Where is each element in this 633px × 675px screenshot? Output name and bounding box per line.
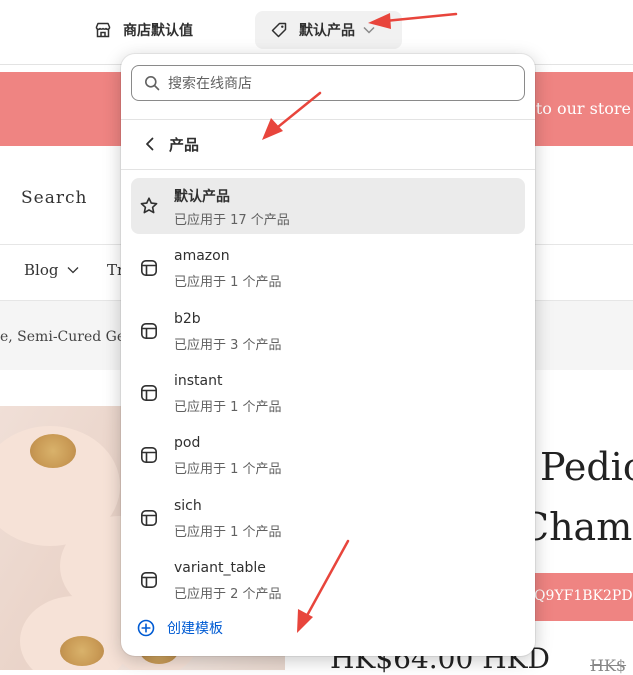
template-item-count: 已应用于 17 个产品 [174,213,290,228]
product-code: Q9YF1BK2PD [534,588,633,604]
chevron-left-icon [146,137,154,151]
template-dropdown: 搜索在线商店 产品 默认产品 已应用于 17 个产品 amazon 已应用于 1… [121,54,535,656]
template-item-count: 已应用于 1 个产品 [174,275,282,290]
back-button[interactable]: 产品 [131,126,525,162]
store-defaults-button[interactable]: 商店默认值 [85,11,201,49]
template-item-sich[interactable]: sich 已应用于 1 个产品 [131,490,525,546]
template-item-count: 已应用于 1 个产品 [174,400,282,415]
product-title-line2: Champ [520,505,633,549]
search-placeholder: 搜索在线商店 [168,76,252,92]
create-template-button[interactable]: 创建模板 [137,618,223,638]
template-item-amazon[interactable]: amazon 已应用于 1 个产品 [131,240,525,296]
nav-blog-label: Blog [24,261,59,279]
chevron-down-icon [67,267,79,274]
template-icon [139,258,159,278]
product-title-line1: Pedic [540,445,633,489]
template-item-count: 已应用于 1 个产品 [174,525,282,540]
template-item-name: instant [174,373,223,389]
tag-icon [269,20,289,40]
template-item-name: b2b [174,311,201,327]
breadcrumb-text: e, Semi-Cured Ge [0,329,126,345]
product-code-chip: Q9YF1BK2PD [520,573,633,621]
template-item-default[interactable]: 默认产品 已应用于 17 个产品 [131,178,525,234]
template-item-count: 已应用于 2 个产品 [174,587,282,602]
template-selector-label: 默认产品 [299,23,355,39]
back-label: 产品 [169,135,200,154]
template-item-pod[interactable]: pod 已应用于 1 个产品 [131,427,525,483]
template-item-b2b[interactable]: b2b 已应用于 3 个产品 [131,303,525,359]
template-item-count: 已应用于 1 个产品 [174,462,282,477]
template-icon [139,383,159,403]
template-item-instant[interactable]: instant 已应用于 1 个产品 [131,365,525,421]
plus-circle-icon [137,619,155,637]
template-item-name: variant_table [174,560,266,576]
create-template-label: 创建模板 [167,621,223,637]
template-item-name: pod [174,435,201,451]
template-item-name: sich [174,498,202,514]
template-item-count: 已应用于 3 个产品 [174,338,282,353]
nav-blog[interactable]: Blog [24,261,79,279]
divider [121,169,535,170]
template-icon [139,445,159,465]
template-icon [139,321,159,341]
star-icon [139,196,159,216]
chevron-down-icon [363,26,375,34]
storefront-search[interactable]: Search [21,188,87,208]
template-selector-button[interactable]: 默认产品 [255,11,402,49]
template-icon [139,570,159,590]
divider [121,119,535,120]
template-item-variant-table[interactable]: variant_table 已应用于 2 个产品 [131,552,525,608]
template-item-name: amazon [174,248,230,264]
store-defaults-label: 商店默认值 [123,23,193,39]
store-icon [93,20,113,40]
template-icon [139,508,159,528]
product-price-old: HK$ [590,656,627,675]
banner-text: e to our store [521,99,631,118]
search-input[interactable]: 搜索在线商店 [131,65,525,101]
template-item-name: 默认产品 [174,189,230,205]
search-icon [145,76,160,91]
